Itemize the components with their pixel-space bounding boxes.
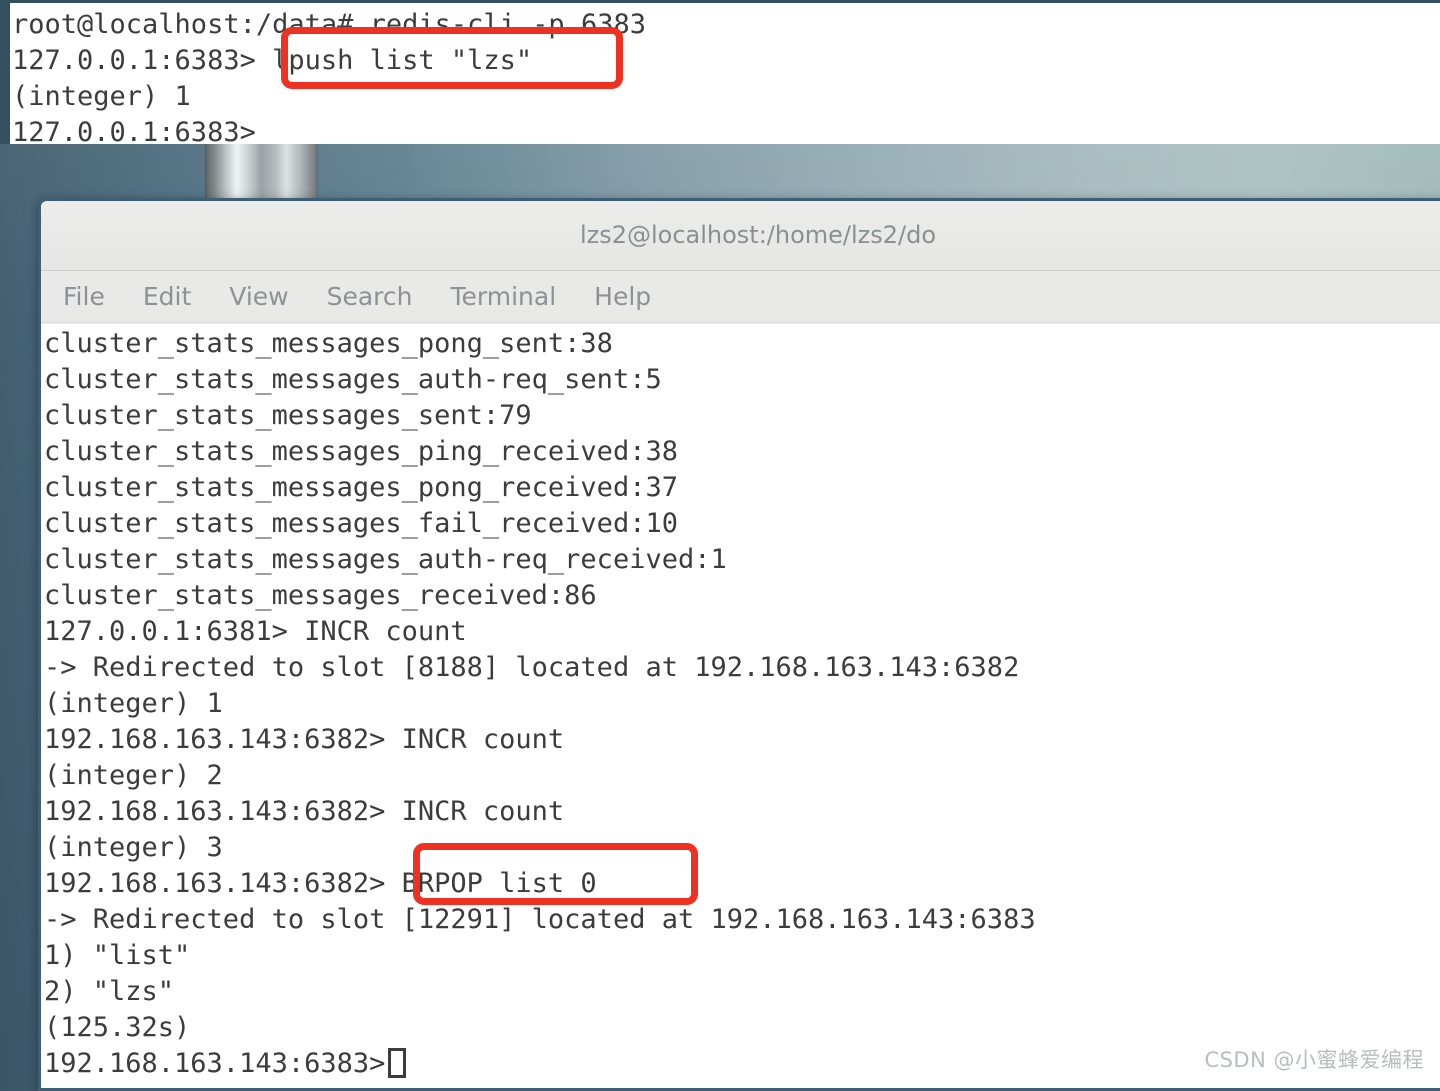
menu-item-view[interactable]: View xyxy=(229,282,288,311)
menu-item-edit[interactable]: Edit xyxy=(143,282,191,311)
top-terminal-window[interactable]: root@localhost:/data# redis-cli -p 6383 … xyxy=(0,0,1440,148)
menu-item-search[interactable]: Search xyxy=(327,282,413,311)
csdn-watermark: CSDN @小蜜蜂爱编程 xyxy=(1204,1048,1424,1072)
menubar[interactable]: File Edit View Search Terminal Help xyxy=(41,271,1440,323)
top-terminal-text: root@localhost:/data# redis-cli -p 6383 … xyxy=(12,9,646,148)
terminal-prompt: 192.168.163.143:6383> xyxy=(44,1048,386,1079)
menu-item-terminal[interactable]: Terminal xyxy=(450,282,556,311)
menu-item-file[interactable]: File xyxy=(63,282,105,311)
bottom-terminal-screen[interactable]: cluster_stats_messages_pong_sent:38 clus… xyxy=(41,324,1440,1088)
top-terminal-screen[interactable]: root@localhost:/data# redis-cli -p 6383 … xyxy=(10,3,1440,148)
window-titlebar[interactable]: lzs2@localhost:/home/lzs2/do xyxy=(41,201,1440,271)
terminal-cursor xyxy=(388,1048,407,1078)
bottom-terminal-window[interactable]: lzs2@localhost:/home/lzs2/do File Edit V… xyxy=(38,198,1440,1091)
terminal-output-text: cluster_stats_messages_pong_sent:38 clus… xyxy=(44,328,1036,1043)
menu-item-help[interactable]: Help xyxy=(594,282,651,311)
metal-cylinder-icon xyxy=(205,142,318,204)
window-title: lzs2@localhost:/home/lzs2/do xyxy=(579,221,937,249)
